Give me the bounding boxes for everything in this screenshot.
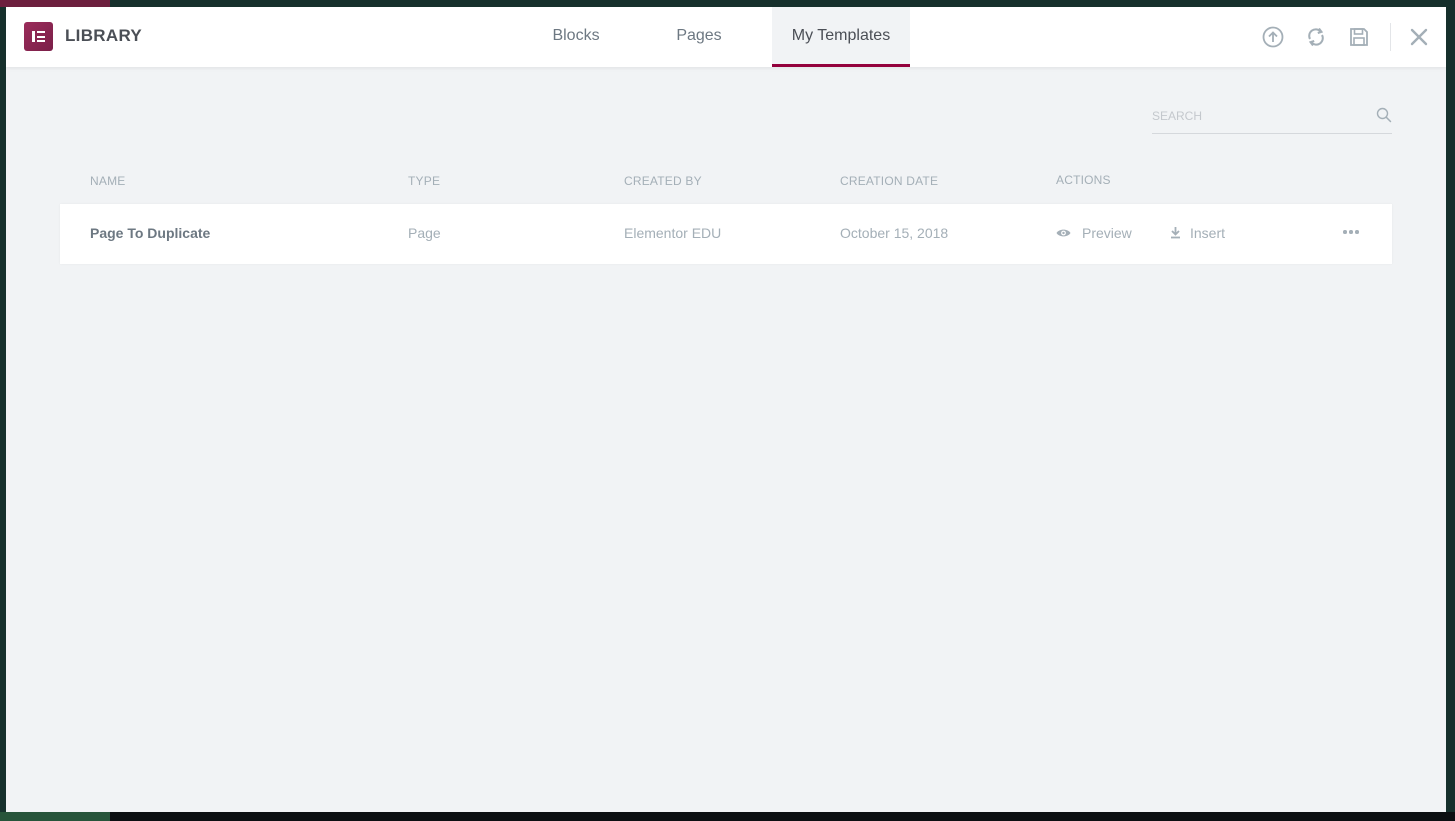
backdrop-bottom-strip: [0, 812, 1455, 821]
search-input[interactable]: [1152, 103, 1362, 129]
tab-my-templates[interactable]: My Templates: [772, 7, 910, 67]
backdrop-panel-strip: [0, 0, 110, 7]
eye-icon: [1056, 226, 1071, 244]
close-icon[interactable]: [1407, 25, 1431, 49]
preview-button[interactable]: Preview: [1056, 223, 1136, 243]
preview-label: Preview: [1082, 225, 1132, 241]
library-modal: LIBRARY Blocks Pages My Templates SEARCH…: [6, 7, 1446, 812]
modal-header: LIBRARY Blocks Pages My Templates: [6, 7, 1446, 67]
sync-icon[interactable]: [1304, 25, 1328, 49]
column-header-actions: ACTIONS: [1056, 173, 1111, 187]
save-icon[interactable]: [1347, 25, 1371, 49]
search-field: [1152, 103, 1392, 134]
insert-button[interactable]: Insert: [1170, 223, 1232, 243]
elementor-logo-icon: [24, 22, 53, 51]
header-divider: [1390, 23, 1391, 51]
library-title: LIBRARY: [65, 26, 143, 45]
template-date: October 15, 2018: [840, 225, 949, 241]
insert-label: Insert: [1190, 225, 1226, 241]
backdrop-green-strip: [0, 812, 110, 821]
tab-blocks[interactable]: Blocks: [512, 7, 640, 67]
column-header-creation-date: CREATION DATE: [840, 174, 939, 188]
tab-pages[interactable]: Pages: [634, 7, 764, 67]
column-header-name: NAME: [90, 174, 126, 188]
more-options-icon[interactable]: [1340, 222, 1364, 242]
template-type: Page: [408, 225, 441, 241]
column-header-created-by: CREATED BY: [624, 174, 702, 188]
column-header-type: TYPE: [408, 174, 441, 188]
search-icon[interactable]: [1376, 107, 1392, 123]
import-icon[interactable]: [1261, 25, 1285, 49]
template-row: Page To Duplicate Page Elementor EDU Oct…: [60, 204, 1392, 264]
template-name: Page To Duplicate: [90, 225, 211, 241]
download-icon: [1170, 226, 1181, 244]
template-author: Elementor EDU: [624, 225, 722, 241]
